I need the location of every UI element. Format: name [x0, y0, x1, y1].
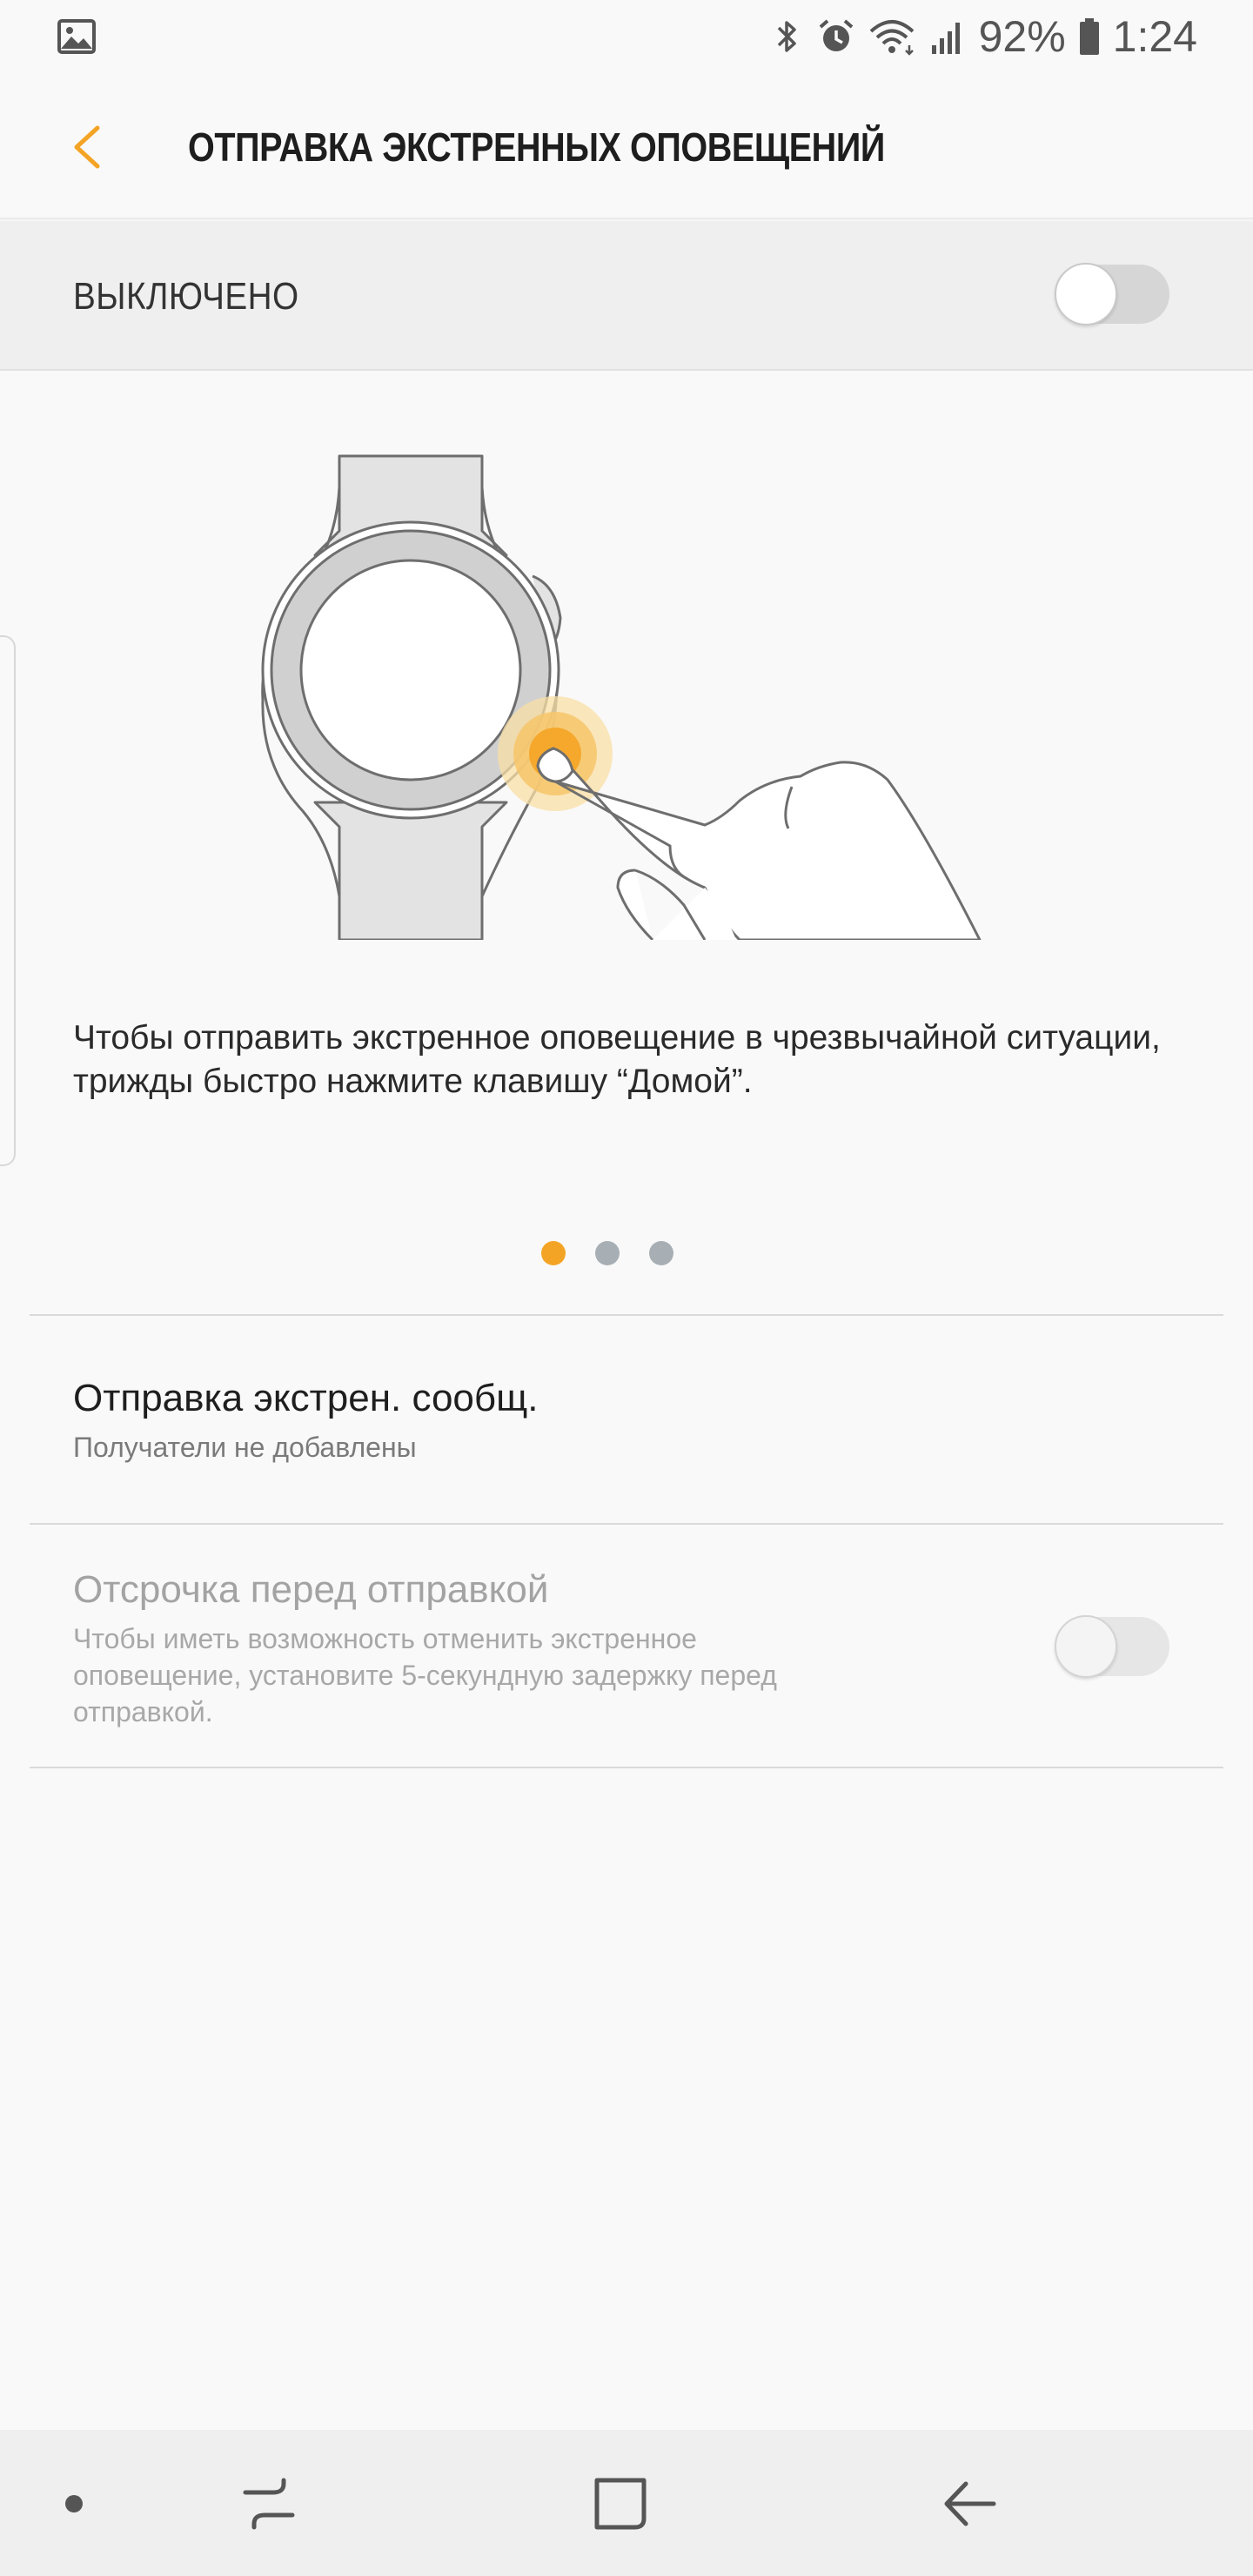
page-dot-1[interactable]	[541, 1241, 566, 1265]
delay-sending-title: Отсрочка перед отправкой	[73, 1568, 549, 1611]
send-messages-title: Отправка экстрен. сообщ.	[73, 1377, 539, 1419]
back-arrow-icon[interactable]	[931, 2465, 1009, 2543]
edge-panel-handle[interactable]	[0, 635, 16, 1166]
recents-icon[interactable]	[230, 2465, 308, 2543]
app-header: ОТПРАВКА ЭКСТРЕННЫХ ОПОВЕЩЕНИЙ	[0, 73, 1253, 219]
alarm-icon	[819, 19, 853, 51]
back-button[interactable]	[52, 112, 122, 182]
bluetooth-icon	[777, 21, 796, 52]
delay-sending-subtitle: Чтобы иметь возможность отменить экстрен…	[73, 1623, 777, 1727]
home-icon[interactable]	[581, 2465, 660, 2543]
clock: 1:24	[1112, 12, 1197, 61]
send-messages-row[interactable]: Отправка экстрен. сообщ. Получатели не д…	[0, 1316, 1253, 1523]
page-dot-2[interactable]	[595, 1241, 620, 1265]
wifi-icon	[869, 20, 914, 56]
tutorial-description: Чтобы отправить экстренное оповещение в …	[73, 1019, 1161, 1100]
status-bar: 92% 1:24	[0, 0, 1253, 73]
master-switch-label: ВЫКЛЮЧЕНО	[73, 275, 299, 318]
battery-percent: 92%	[978, 12, 1066, 61]
navigation-bar	[0, 2430, 1253, 2576]
toggle-thumb	[1055, 1615, 1117, 1678]
chevron-left-icon	[74, 125, 100, 169]
toggle-thumb	[1055, 263, 1117, 325]
gallery-icon	[57, 19, 96, 54]
page-dot-3[interactable]	[649, 1241, 673, 1265]
page-title: ОТПРАВКА ЭКСТРЕННЫХ ОПОВЕЩЕНИЙ	[188, 124, 885, 170]
delay-sending-toggle[interactable]	[1055, 1615, 1169, 1678]
row-divider	[30, 1767, 1223, 1768]
master-switch-toggle[interactable]	[1055, 263, 1169, 325]
assistant-dot-icon[interactable]	[35, 2465, 113, 2543]
battery-icon	[1079, 18, 1099, 55]
page-indicator	[541, 1241, 673, 1265]
master-switch-row[interactable]: ВЫКЛЮЧЕНО	[0, 221, 1253, 371]
delay-sending-row[interactable]: Отсрочка перед отправкой Чтобы иметь воз…	[0, 1525, 1253, 1767]
signal-icon	[931, 23, 960, 54]
send-messages-subtitle: Получатели не добавлены	[73, 1432, 417, 1463]
watch-press-illustration	[261, 454, 982, 940]
